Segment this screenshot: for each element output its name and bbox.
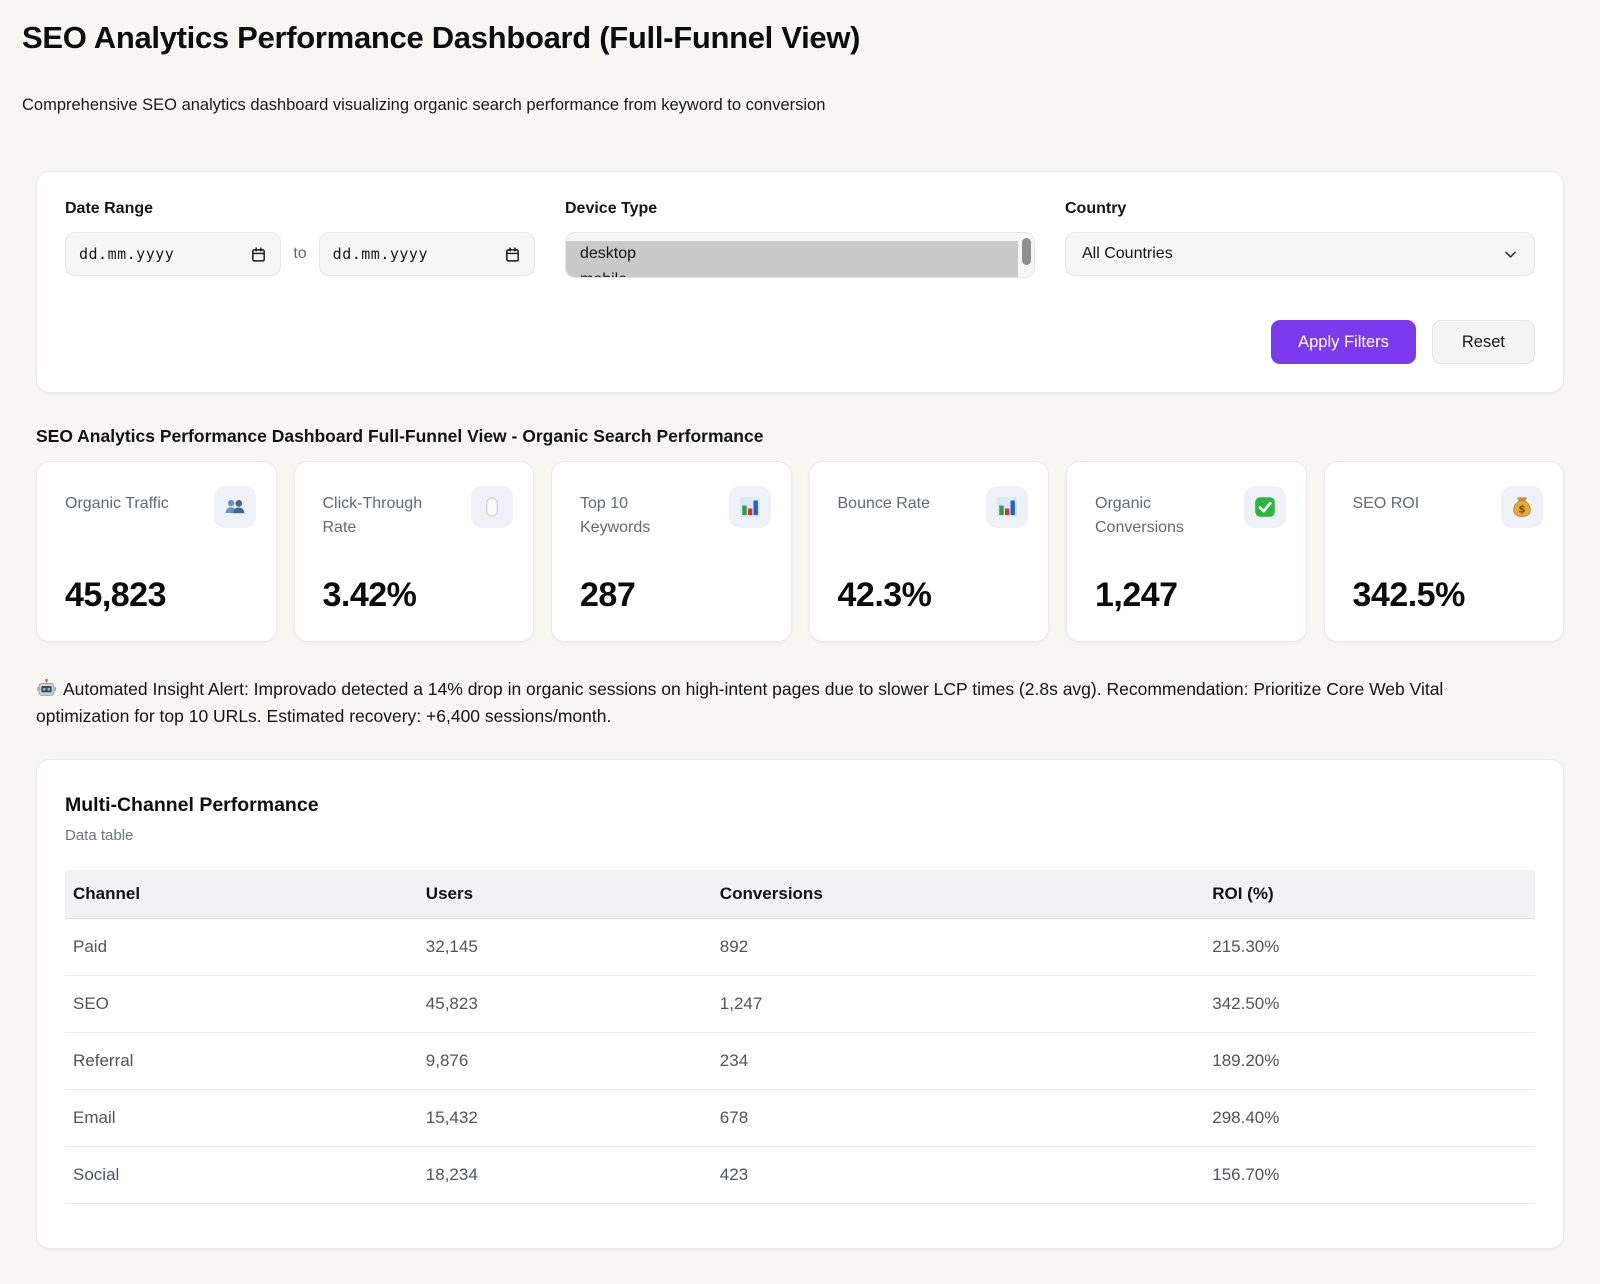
- robot-icon: [36, 678, 57, 699]
- column-header-conversions: Conversions: [712, 870, 1204, 919]
- table-header-row: Channel Users Conversions ROI (%): [65, 870, 1535, 919]
- end-date-placeholder: dd.mm.yyyy: [333, 245, 428, 263]
- table-title: Multi-Channel Performance: [65, 794, 1535, 817]
- kpi-label: Organic Traffic: [65, 486, 169, 516]
- multi-channel-table: Channel Users Conversions ROI (%) Paid32…: [65, 870, 1535, 1204]
- device-type-listbox[interactable]: desktopmobile: [565, 232, 1035, 278]
- country-selected-value: All Countries: [1082, 245, 1173, 263]
- bar-chart-icon: [729, 486, 771, 528]
- multi-channel-performance-card: Multi-Channel Performance Data table Cha…: [36, 759, 1564, 1249]
- column-header-roi: ROI (%): [1204, 870, 1535, 919]
- cell-users: 32,145: [418, 918, 712, 975]
- svg-text:$: $: [1518, 504, 1525, 516]
- calendar-icon[interactable]: [250, 246, 267, 263]
- money-bag-icon: $: [1501, 486, 1543, 528]
- kpi-card: Organic Conversions 1,247: [1066, 461, 1307, 642]
- kpi-card-grid: Organic Traffic 45,823 Click-Through Rate 3…: [36, 461, 1564, 642]
- cell-conversions: 678: [712, 1089, 1204, 1146]
- check-icon: [1244, 486, 1286, 528]
- kpi-label: SEO ROI: [1353, 486, 1420, 516]
- table-row: Referral9,876234189.20%: [65, 1032, 1535, 1089]
- cell-users: 18,234: [418, 1146, 712, 1203]
- start-date-placeholder: dd.mm.yyyy: [79, 245, 174, 263]
- cell-conversions: 234: [712, 1032, 1204, 1089]
- cell-conversions: 423: [712, 1146, 1204, 1203]
- kpi-label: Organic Conversions: [1095, 486, 1215, 540]
- bar-chart-icon: [986, 486, 1028, 528]
- cell-roi: 342.50%: [1204, 975, 1535, 1032]
- kpi-card: Bounce Rate 42.3%: [809, 461, 1050, 642]
- country-filter: Country All Countries: [1065, 200, 1535, 278]
- date-range-separator: to: [293, 245, 306, 263]
- country-label: Country: [1065, 200, 1535, 218]
- calendar-icon[interactable]: [504, 246, 521, 263]
- column-header-users: Users: [418, 870, 712, 919]
- listbox-scrollbar[interactable]: [1022, 238, 1031, 265]
- kpi-value: 342.5%: [1353, 576, 1544, 615]
- end-date-input[interactable]: dd.mm.yyyy: [319, 232, 535, 276]
- date-range-label: Date Range: [65, 200, 535, 218]
- cell-users: 45,823: [418, 975, 712, 1032]
- device-type-filter: Device Type desktopmobile: [565, 200, 1035, 278]
- cell-users: 9,876: [418, 1032, 712, 1089]
- table-row: Email15,432678298.40%: [65, 1089, 1535, 1146]
- country-select[interactable]: All Countries: [1065, 232, 1535, 276]
- cell-conversions: 892: [712, 918, 1204, 975]
- device-type-option[interactable]: desktop: [566, 241, 1018, 267]
- kpi-card: Organic Traffic 45,823: [36, 461, 277, 642]
- table-row: SEO45,8231,247342.50%: [65, 975, 1535, 1032]
- kpi-card: SEO ROI $342.5%: [1324, 461, 1565, 642]
- table-subtitle: Data table: [65, 827, 1535, 844]
- device-type-label: Device Type: [565, 200, 1035, 218]
- insight-alert-text: Automated Insight Alert: Improvado detec…: [36, 679, 1443, 726]
- page-header: SEO Analytics Performance Dashboard (Ful…: [11, 20, 1564, 115]
- cell-channel: Social: [65, 1146, 418, 1203]
- cell-conversions: 1,247: [712, 975, 1204, 1032]
- kpi-value: 42.3%: [838, 576, 1029, 615]
- date-range-filter: Date Range dd.mm.yyyy to dd.mm.yyy: [65, 200, 535, 278]
- cell-users: 15,432: [418, 1089, 712, 1146]
- kpi-label: Top 10 Keywords: [580, 486, 700, 540]
- mouse-icon: [471, 486, 513, 528]
- device-type-option[interactable]: mobile: [566, 267, 1018, 278]
- cell-channel: Paid: [65, 918, 418, 975]
- kpi-label: Click-Through Rate: [323, 486, 443, 540]
- cell-roi: 156.70%: [1204, 1146, 1535, 1203]
- apply-filters-button[interactable]: Apply Filters: [1271, 320, 1416, 364]
- cell-channel: SEO: [65, 975, 418, 1032]
- cell-roi: 298.40%: [1204, 1089, 1535, 1146]
- table-row: Paid32,145892215.30%: [65, 918, 1535, 975]
- cell-channel: Email: [65, 1089, 418, 1146]
- start-date-input[interactable]: dd.mm.yyyy: [65, 232, 281, 276]
- kpi-label: Bounce Rate: [838, 486, 931, 516]
- kpi-value: 3.42%: [323, 576, 514, 615]
- users-icon: [214, 486, 256, 528]
- cell-channel: Referral: [65, 1032, 418, 1089]
- cell-roi: 189.20%: [1204, 1032, 1535, 1089]
- kpi-value: 45,823: [65, 576, 256, 615]
- column-header-channel: Channel: [65, 870, 418, 919]
- kpi-card: Click-Through Rate 3.42%: [294, 461, 535, 642]
- kpi-card: Top 10 Keywords 287: [551, 461, 792, 642]
- page-subtitle: Comprehensive SEO analytics dashboard vi…: [22, 96, 1564, 115]
- insight-alert: Automated Insight Alert: Improvado detec…: [36, 676, 1536, 731]
- kpi-value: 287: [580, 576, 771, 615]
- table-row: Social18,234423156.70%: [65, 1146, 1535, 1203]
- page-title: SEO Analytics Performance Dashboard (Ful…: [22, 20, 1564, 56]
- cell-roi: 215.30%: [1204, 918, 1535, 975]
- chevron-down-icon: [1503, 247, 1518, 262]
- seo-dashboard-page: SEO Analytics Performance Dashboard (Ful…: [0, 0, 1600, 1279]
- filter-panel: Date Range dd.mm.yyyy to dd.mm.yyy: [36, 171, 1564, 393]
- kpi-value: 1,247: [1095, 576, 1286, 615]
- section-heading: SEO Analytics Performance Dashboard Full…: [36, 426, 1564, 447]
- reset-button[interactable]: Reset: [1432, 320, 1535, 364]
